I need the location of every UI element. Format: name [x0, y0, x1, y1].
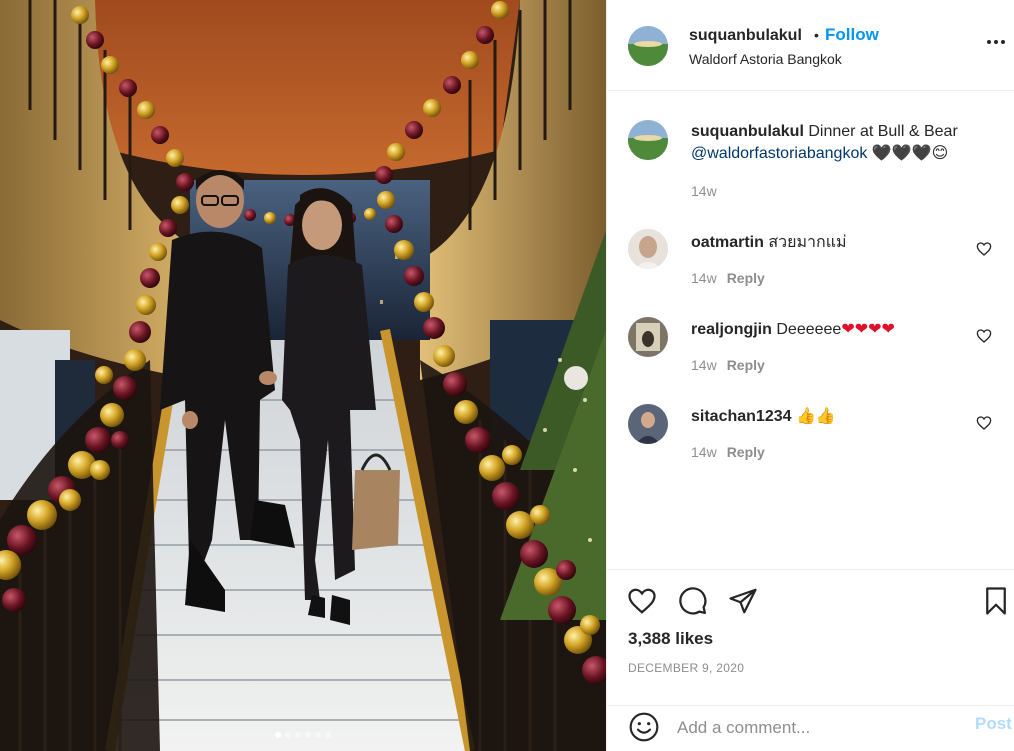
author-avatar[interactable]	[628, 26, 668, 66]
heart-icon[interactable]	[627, 586, 657, 616]
comment-meta: 14w Reply	[691, 270, 765, 286]
likes-count[interactable]: 3,388 likes	[628, 629, 713, 649]
reply-button[interactable]: Reply	[727, 270, 765, 286]
carousel-dot-active[interactable]	[275, 732, 281, 738]
comment-meta: 14w Reply	[691, 444, 765, 460]
comment-body: Deeeeee	[776, 321, 842, 338]
comment-input[interactable]	[677, 713, 967, 743]
comment-emoji: ❤❤❤❤	[841, 321, 895, 338]
comment-username[interactable]: sitachan1234	[691, 408, 792, 425]
comments-list[interactable]: suquanbulakul Dinner at Bull & Bear @wal…	[607, 92, 1014, 568]
caption-age[interactable]: 14w	[691, 183, 717, 199]
comment-age[interactable]: 14w	[691, 357, 717, 373]
post-date[interactable]: DECEMBER 9, 2020	[628, 661, 744, 675]
author-username[interactable]: suquanbulakul	[689, 27, 802, 45]
post-comment-button[interactable]: Post	[975, 714, 1012, 734]
carousel-dots[interactable]	[0, 730, 606, 740]
caption-username[interactable]: suquanbulakul	[691, 123, 804, 140]
caption-emoji: 🖤🖤🖤😊	[871, 145, 949, 162]
comment-meta: 14w Reply	[691, 357, 765, 373]
comment-username[interactable]: realjongjin	[691, 321, 772, 338]
like-comment-heart-icon[interactable]	[976, 328, 992, 344]
commenter-avatar[interactable]	[628, 317, 668, 357]
comment-age[interactable]: 14w	[691, 270, 717, 286]
paper-plane-icon[interactable]	[728, 586, 758, 616]
post-side-panel: suquanbulakul • Follow Waldorf Astoria B…	[606, 0, 1014, 751]
author-avatar[interactable]	[628, 120, 668, 160]
caption-text: suquanbulakul Dinner at Bull & Bear @wal…	[691, 121, 981, 165]
follow-button[interactable]: Follow	[825, 25, 879, 45]
post-header: suquanbulakul • Follow Waldorf Astoria B…	[607, 0, 1014, 91]
reply-button[interactable]: Reply	[727, 357, 765, 373]
more-horizontal-icon[interactable]	[987, 36, 1009, 48]
comment-text: realjongjin Deeeeee❤❤❤❤	[691, 319, 981, 341]
post-photo[interactable]	[0, 0, 606, 751]
post-location[interactable]: Waldorf Astoria Bangkok	[689, 51, 842, 67]
carousel-dot[interactable]	[315, 732, 321, 738]
commenter-avatar[interactable]	[628, 229, 668, 269]
comment-text: sitachan1234 👍👍	[691, 406, 981, 428]
commenter-avatar[interactable]	[628, 404, 668, 444]
comment-emoji: 👍👍	[795, 408, 836, 425]
caption-mention[interactable]: @waldorfastoriabangkok	[691, 145, 867, 162]
carousel-dot[interactable]	[325, 732, 331, 738]
caption-body: Dinner at Bull & Bear	[808, 123, 958, 140]
bookmark-icon[interactable]	[981, 586, 1011, 616]
reply-button[interactable]: Reply	[727, 444, 765, 460]
separator-bullet: •	[814, 27, 819, 43]
carousel-dot[interactable]	[305, 732, 311, 738]
comment-age[interactable]: 14w	[691, 444, 717, 460]
like-comment-heart-icon[interactable]	[976, 241, 992, 257]
carousel-dot[interactable]	[285, 732, 291, 738]
caption-meta: 14w	[691, 183, 717, 199]
carousel-dot[interactable]	[295, 732, 301, 738]
photo-image	[0, 0, 606, 751]
comment-text: oatmartin สวยมากแม่	[691, 232, 981, 254]
post-actions: 3,388 likes DECEMBER 9, 2020	[607, 569, 1014, 705]
comment-username[interactable]: oatmartin	[691, 234, 764, 251]
comment-bubble-icon[interactable]	[678, 586, 708, 616]
add-comment-bar: Post	[607, 705, 1014, 751]
comment-body: สวยมากแม่	[768, 234, 847, 251]
like-comment-heart-icon[interactable]	[976, 415, 992, 431]
smiley-icon[interactable]	[628, 711, 660, 743]
